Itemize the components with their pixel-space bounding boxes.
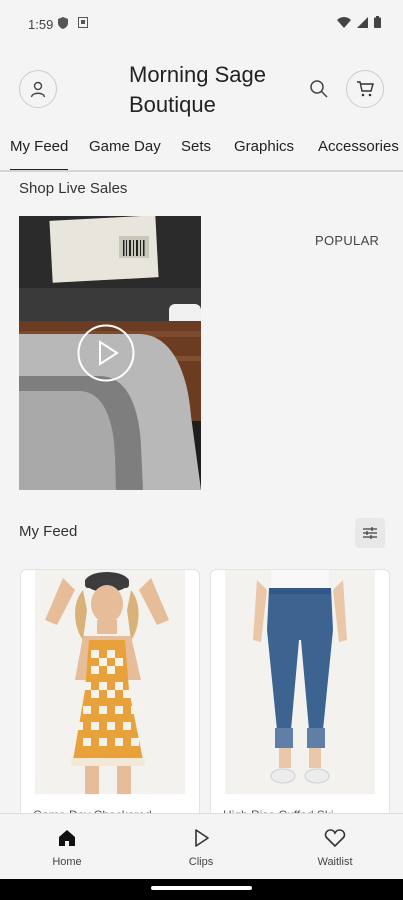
bottom-navigation: Home Clips Waitlist	[0, 813, 403, 879]
wifi-icon	[337, 16, 351, 28]
cart-button[interactable]	[346, 70, 384, 108]
nav-home-label: Home	[52, 856, 82, 868]
profile-button[interactable]	[19, 70, 57, 108]
nav-home[interactable]: Home	[0, 814, 134, 880]
play-video-icon[interactable]	[77, 324, 135, 382]
live-sale-video-card[interactable]	[19, 216, 201, 490]
shield-icon	[58, 17, 68, 29]
tab-accessories[interactable]: Accessories	[318, 138, 399, 170]
product-card[interactable]: Game Day Checkered...	[20, 569, 200, 829]
product-image-overalls	[35, 570, 185, 794]
app-header: Morning Sage Boutique	[0, 50, 403, 130]
tab-game-day[interactable]: Game Day	[89, 138, 161, 170]
nav-clips[interactable]: Clips	[134, 814, 268, 880]
sliders-icon	[363, 527, 377, 539]
status-time: 1:59	[28, 17, 54, 32]
nav-clips-label: Clips	[188, 856, 214, 868]
tab-graphics[interactable]: Graphics	[234, 138, 294, 170]
signal-icon	[357, 16, 368, 28]
system-gesture-bar	[0, 879, 403, 900]
home-gesture-handle[interactable]	[151, 886, 252, 890]
status-bar: 1:59	[0, 0, 403, 50]
nav-waitlist-label: Waitlist	[317, 856, 353, 868]
home-icon	[59, 830, 75, 846]
tab-my-feed[interactable]: My Feed	[10, 138, 69, 170]
battery-icon	[374, 16, 381, 28]
search-icon[interactable]	[308, 78, 330, 100]
product-image-jeans	[225, 570, 375, 794]
play-icon	[195, 829, 209, 847]
category-tabs: My Feed Game Day Sets Graphics Accessori…	[0, 130, 403, 172]
user-icon	[30, 81, 46, 98]
heart-icon	[324, 829, 346, 848]
tab-sets[interactable]: Sets	[181, 138, 211, 170]
cart-icon	[357, 81, 374, 97]
notification-icon	[78, 17, 88, 28]
popular-sort-label[interactable]: POPULAR	[315, 233, 379, 248]
live-sales-title: Shop Live Sales	[19, 180, 128, 197]
feed-title: My Feed	[19, 523, 78, 540]
product-card[interactable]: High Rise Cuffed Ski...	[210, 569, 390, 829]
shop-title: Morning Sage Boutique	[129, 62, 266, 117]
nav-waitlist[interactable]: Waitlist	[268, 814, 402, 880]
filter-button[interactable]	[355, 518, 385, 548]
